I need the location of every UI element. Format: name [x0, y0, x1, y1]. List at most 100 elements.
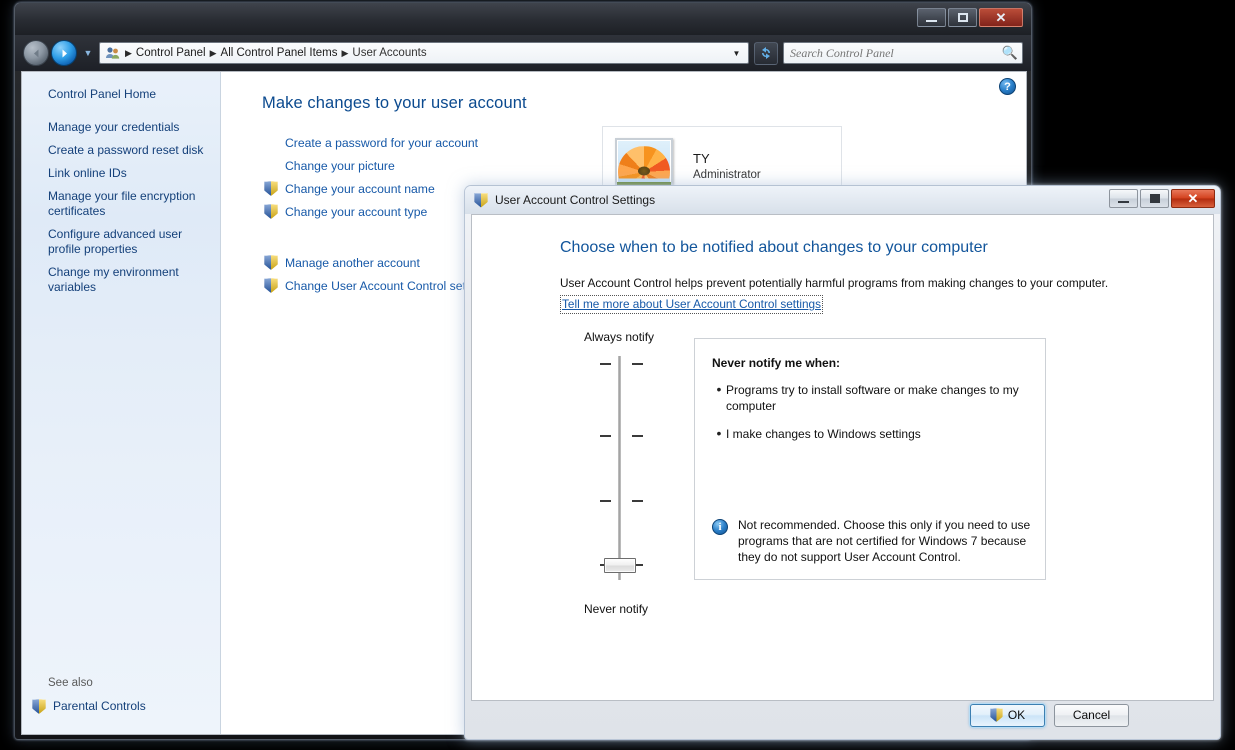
- shield-icon: [989, 708, 1003, 722]
- uac-learn-more-link[interactable]: Tell me more about User Account Control …: [560, 295, 823, 314]
- uac-description-block: User Account Control helps prevent poten…: [560, 275, 1160, 314]
- bullet-text-1: Programs try to install software or make…: [726, 383, 1019, 413]
- shield-icon: [264, 204, 278, 219]
- control-panel-titlebar[interactable]: ✕: [15, 3, 1031, 35]
- bullet-icon: •: [716, 425, 722, 441]
- info-panel-bullets: • Programs try to install software or ma…: [712, 382, 1022, 454]
- link-row-manage-another-account[interactable]: Manage another account: [264, 252, 492, 273]
- shield-icon: [474, 192, 488, 208]
- close-button[interactable]: ✕: [1171, 189, 1215, 208]
- see-also-section: See also Parental Controls: [22, 677, 220, 714]
- link-manage-another-account[interactable]: Manage another account: [285, 256, 420, 270]
- info-panel-title: Never notify me when:: [712, 356, 841, 370]
- sidebar: Control Panel Home Manage your credentia…: [22, 72, 221, 734]
- breadcrumb-separator: ▶: [341, 47, 349, 58]
- link-change-picture[interactable]: Change your picture: [285, 159, 395, 173]
- window-buttons-group: ✕: [1109, 189, 1215, 208]
- sidebar-item-manage-file-encryption-certificates[interactable]: Manage your file encryption certificates: [22, 189, 220, 219]
- user-role: Administrator: [693, 169, 761, 181]
- back-arrow-icon: [33, 49, 38, 57]
- recent-locations-button[interactable]: ▼: [81, 41, 95, 65]
- see-also-label: See also: [48, 677, 93, 689]
- breadcrumb-segment-control-panel[interactable]: Control Panel: [133, 43, 209, 63]
- sidebar-item-change-environment-variables[interactable]: Change my environment variables: [22, 265, 220, 295]
- list-item: • Programs try to install software or ma…: [712, 382, 1022, 414]
- uac-heading: Choose when to be notified about changes…: [560, 239, 988, 256]
- slider-label-always-notify: Always notify: [584, 330, 655, 344]
- user-info: TY Administrator: [673, 151, 761, 181]
- link-change-account-type[interactable]: Change your account type: [285, 205, 427, 219]
- control-panel-icon: [105, 45, 121, 61]
- minimize-button[interactable]: [1109, 189, 1138, 208]
- slider-tick-3-right: [632, 500, 643, 502]
- link-create-password[interactable]: Create a password for your account: [285, 136, 478, 150]
- refresh-icon: [762, 47, 770, 59]
- breadcrumb-separator: ▶: [125, 47, 132, 58]
- maximize-icon: [1149, 194, 1160, 203]
- forward-button[interactable]: [51, 40, 77, 66]
- close-icon: ✕: [995, 10, 1007, 25]
- sidebar-item-control-panel-home[interactable]: Control Panel Home: [22, 87, 166, 102]
- sidebar-item-parental-controls[interactable]: Parental Controls: [22, 699, 220, 714]
- sidebar-item-link-online-ids[interactable]: Link online IDs: [22, 166, 220, 181]
- maximize-button[interactable]: [1140, 189, 1169, 208]
- shield-icon: [264, 255, 278, 270]
- sidebar-item-manage-credentials[interactable]: Manage your credentials: [22, 120, 220, 135]
- page-title: Make changes to your user account: [262, 94, 527, 112]
- slider-track[interactable]: [618, 356, 621, 580]
- search-icon[interactable]: 🔍: [1002, 45, 1018, 61]
- info-panel-note: i Not recommended. Choose this only if y…: [712, 517, 1032, 565]
- back-button[interactable]: [23, 40, 49, 66]
- breadcrumb-segment-user-accounts[interactable]: User Accounts: [349, 43, 429, 63]
- minimize-icon: [1118, 200, 1129, 203]
- bullet-icon: •: [716, 381, 722, 397]
- ok-button[interactable]: OK: [970, 703, 1045, 727]
- link-row-create-password[interactable]: Create a password for your account: [264, 132, 478, 153]
- slider-tick-1-right: [632, 363, 643, 365]
- parental-controls-label[interactable]: Parental Controls: [46, 699, 156, 714]
- account-task-links-secondary: Manage another account Change User Accou…: [264, 252, 492, 298]
- uac-settings-dialog: User Account Control Settings ✕ Choose w…: [464, 185, 1221, 740]
- uac-dialog-body: Choose when to be notified about changes…: [471, 214, 1214, 701]
- uac-level-slider[interactable]: Always notify Never notify: [560, 330, 690, 620]
- cancel-button[interactable]: Cancel: [1054, 703, 1129, 727]
- slider-tick-1-left: [600, 363, 611, 365]
- uac-dialog-title: User Account Control Settings: [495, 193, 656, 207]
- link-row-change-account-type[interactable]: Change your account type: [264, 201, 478, 222]
- shield-icon: [264, 181, 278, 196]
- uac-dialog-footer: OK Cancel: [471, 699, 1214, 731]
- help-icon[interactable]: ?: [999, 78, 1016, 95]
- breadcrumb-segment-all-items[interactable]: All Control Panel Items: [218, 43, 341, 63]
- sidebar-task-list: Manage your credentials Create a passwor…: [22, 120, 220, 303]
- refresh-button[interactable]: [754, 41, 778, 65]
- slider-tick-2-left: [600, 435, 611, 437]
- maximize-button[interactable]: [948, 8, 977, 27]
- maximize-icon: [957, 13, 968, 22]
- link-change-account-name[interactable]: Change your account name: [285, 182, 435, 196]
- breadcrumb[interactable]: ▶ Control Panel ▶ All Control Panel Item…: [99, 42, 749, 64]
- search-input[interactable]: [788, 44, 999, 62]
- list-item: • I make changes to Windows settings: [712, 426, 1022, 442]
- close-button[interactable]: ✕: [979, 8, 1023, 27]
- link-row-change-account-name[interactable]: Change your account name: [264, 178, 478, 199]
- slider-thumb[interactable]: [604, 558, 636, 573]
- cancel-button-label: Cancel: [1072, 708, 1111, 722]
- search-box[interactable]: 🔍: [783, 42, 1023, 64]
- shield-icon: [32, 699, 46, 714]
- uac-dialog-titlebar[interactable]: User Account Control Settings ✕: [465, 186, 1220, 214]
- chevron-down-icon[interactable]: ▼: [728, 43, 745, 63]
- navigation-bar: ▼ ▶ Control Panel ▶ All Control Panel It…: [15, 35, 1031, 71]
- ok-button-label: OK: [1007, 708, 1026, 722]
- link-change-uac-settings[interactable]: Change User Account Control settings: [285, 279, 492, 293]
- flower-center-icon: [638, 166, 650, 176]
- sidebar-item-create-password-reset-disk[interactable]: Create a password reset disk: [22, 143, 220, 158]
- link-row-change-uac-settings[interactable]: Change User Account Control settings: [264, 275, 492, 296]
- close-icon: ✕: [1187, 191, 1199, 206]
- link-row-change-picture[interactable]: Change your picture: [264, 155, 478, 176]
- shield-icon: [264, 278, 278, 293]
- forward-arrow-icon: [62, 49, 67, 57]
- sidebar-item-configure-advanced-user-profile-properties[interactable]: Configure advanced user profile properti…: [22, 227, 220, 257]
- user-name: TY: [693, 151, 710, 166]
- minimize-button[interactable]: [917, 8, 946, 27]
- window-buttons-group: ✕: [917, 8, 1023, 27]
